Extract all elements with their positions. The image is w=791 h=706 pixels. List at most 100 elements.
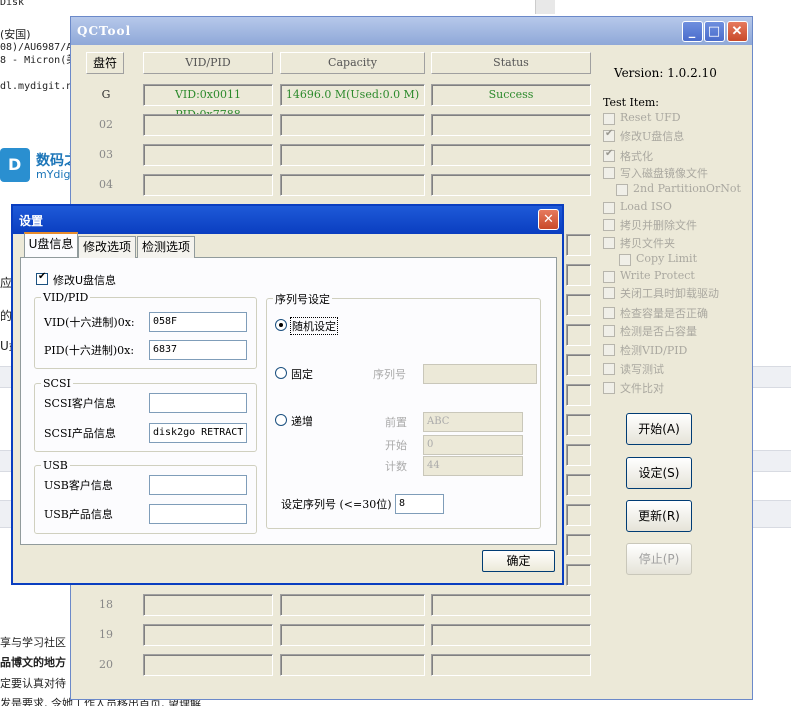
tab-udisk-info[interactable]: U盘信息 <box>24 232 78 257</box>
test-item-checkbox[interactable] <box>603 271 615 283</box>
status-cell <box>566 474 591 496</box>
status-cell <box>431 594 591 616</box>
capacity-cell <box>280 624 425 646</box>
scsi-product-input[interactable]: disk2go RETRACT <box>149 423 247 443</box>
serial-label: 序列号 <box>373 368 406 381</box>
modify-udisk-label: 修改U盘信息 <box>53 274 117 287</box>
maximize-button[interactable]: □ <box>704 21 725 42</box>
version-label: Version: 1.0.2.10 <box>614 66 717 80</box>
test-item-label: 拷贝并删除文件 <box>620 219 697 232</box>
test-item-checkbox[interactable] <box>603 128 615 142</box>
test-item-label: 检测VID/PID <box>620 344 688 357</box>
settings-button[interactable]: 设定(S) <box>626 457 692 489</box>
test-item-label: Copy Limit <box>636 252 697 265</box>
bg-line: Disk <box>0 0 25 8</box>
bg-bottom-line: 定要认真对待 <box>0 677 66 690</box>
status-cell <box>566 444 591 466</box>
modify-udisk-checkbox[interactable] <box>36 271 48 285</box>
vidpid-cell <box>143 114 273 136</box>
status-cell <box>566 564 591 586</box>
start-input[interactable]: 0 <box>423 435 523 455</box>
test-item-label: 检查容量是否正确 <box>620 307 708 320</box>
vidpid-group-title: VID/PID <box>41 291 91 304</box>
pid-label: PID(十六进制)0x: <box>44 344 135 357</box>
ok-button[interactable]: 确定 <box>482 550 555 572</box>
row-number: 03 <box>99 148 113 161</box>
vidpid-cell <box>143 654 273 676</box>
capacity-cell <box>280 654 425 676</box>
row-number: 02 <box>99 118 113 131</box>
close-button[interactable]: ✕ <box>727 21 748 42</box>
usb-product-input[interactable] <box>149 504 247 524</box>
bg-bottom-line: 享与学习社区 <box>0 636 66 649</box>
prefix-input[interactable]: ABC <box>423 412 523 432</box>
settings-title: 设置 <box>19 213 44 228</box>
bg-line: 8 - Micron(美 <box>0 55 77 66</box>
test-item-checkbox[interactable] <box>603 382 615 394</box>
serial-length-input[interactable]: 8 <box>395 494 444 514</box>
vid-input[interactable]: 058F <box>149 312 247 332</box>
count-input[interactable]: 44 <box>423 456 523 476</box>
usb-group-title: USB <box>41 459 70 472</box>
capacity-cell <box>280 174 425 196</box>
test-item-label: 关闭工具时卸载驱动 <box>620 287 719 300</box>
random-label: 随机设定 <box>290 317 338 335</box>
increment-radio[interactable] <box>275 414 287 426</box>
row-number: 18 <box>99 598 113 611</box>
minimize-button[interactable]: _ <box>682 21 703 42</box>
test-item-label: 写入磁盘镜像文件 <box>620 167 708 180</box>
test-item-label: 格式化 <box>620 150 653 163</box>
tab-modify-options[interactable]: 修改选项 <box>78 236 136 258</box>
stop-button[interactable]: 停止(P) <box>626 543 692 575</box>
test-item-checkbox[interactable] <box>603 219 615 231</box>
test-item-checkbox[interactable] <box>619 254 631 266</box>
test-item-checkbox[interactable] <box>603 287 615 299</box>
status-cell: Success <box>431 84 591 106</box>
usb-vendor-input[interactable] <box>149 475 247 495</box>
test-item-checkbox[interactable] <box>603 363 615 375</box>
col-vidpid-header: VID/PID <box>143 52 273 74</box>
row-number: 19 <box>99 628 113 641</box>
test-item-checkbox[interactable] <box>616 184 628 196</box>
vidpid-cell <box>143 624 273 646</box>
bg-line[interactable]: dl.mydigit.n <box>0 80 72 94</box>
row-number: 04 <box>99 178 113 191</box>
test-item-label: 检测是否占容量 <box>620 325 697 338</box>
test-item-checkbox[interactable] <box>603 167 615 179</box>
refresh-button[interactable]: 更新(R) <box>626 500 692 532</box>
serial-input[interactable] <box>423 364 537 384</box>
test-item-checkbox[interactable] <box>603 307 615 319</box>
test-item-checkbox[interactable] <box>603 344 615 356</box>
bg-line: 08)/AU6987/A <box>0 42 73 53</box>
serial-group-title: 序列号设定 <box>273 291 332 307</box>
pid-input[interactable]: 6837 <box>149 340 247 360</box>
capacity-cell: 14696.0 M(Used:0.0 M) <box>280 84 425 106</box>
tab-detect-options[interactable]: 检测选项 <box>137 236 195 258</box>
prefix-label: 前置 <box>385 416 407 429</box>
bg-scrollbar[interactable] <box>535 0 555 14</box>
count-label: 计数 <box>385 460 407 473</box>
scsi-product-label: SCSI产品信息 <box>44 427 116 440</box>
status-cell <box>566 534 591 556</box>
dialog-close-button[interactable]: ✕ <box>538 209 559 230</box>
test-item-checkbox[interactable] <box>603 325 615 337</box>
status-cell <box>566 264 591 286</box>
random-radio[interactable] <box>275 319 287 331</box>
scsi-vendor-input[interactable] <box>149 393 247 413</box>
col-drive-header: 盘符 <box>86 52 124 74</box>
status-cell <box>566 354 591 376</box>
test-item-label: 文件比对 <box>620 382 664 395</box>
test-item-checkbox[interactable] <box>603 237 615 249</box>
test-item-label: 拷贝文件夹 <box>620 237 675 250</box>
fixed-radio[interactable] <box>275 367 287 379</box>
settings-titlebar[interactable]: 设置 ✕ <box>13 206 562 234</box>
fixed-label: 固定 <box>291 368 313 381</box>
usb-product-label: USB产品信息 <box>44 508 113 521</box>
qctool-titlebar[interactable]: QCTool _ □ ✕ <box>71 17 752 45</box>
test-item-checkbox[interactable] <box>603 202 615 214</box>
start-button[interactable]: 开始(A) <box>626 413 692 445</box>
status-cell <box>566 504 591 526</box>
test-item-checkbox[interactable] <box>603 148 615 162</box>
vidpid-cell <box>143 144 273 166</box>
test-item-checkbox[interactable] <box>603 113 615 125</box>
